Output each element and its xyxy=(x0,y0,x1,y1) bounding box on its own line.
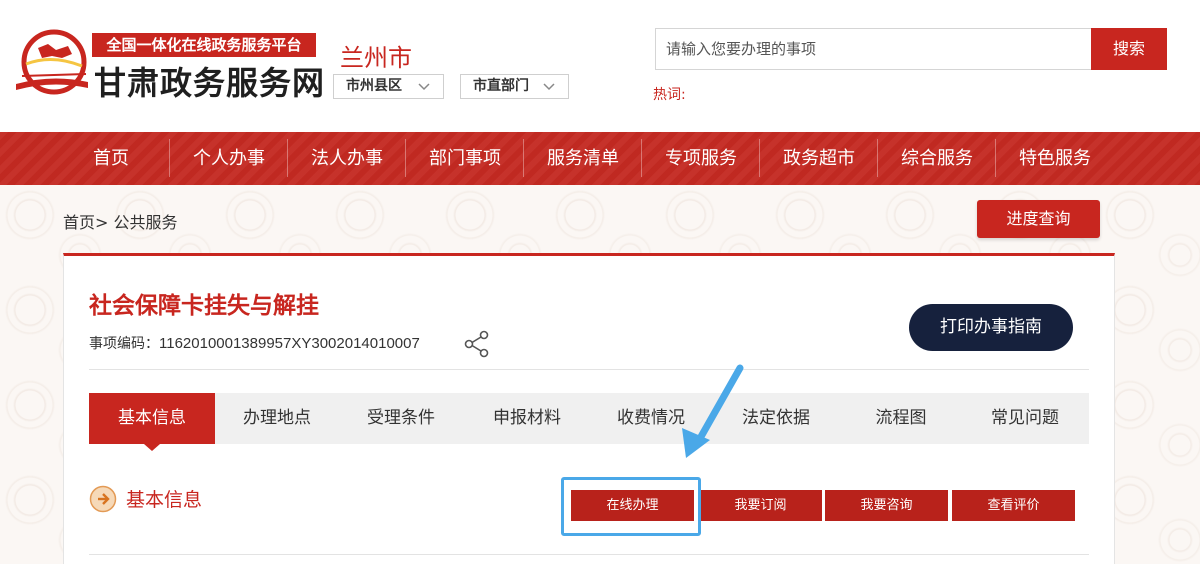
view-reviews-button[interactable]: 查看评价 xyxy=(952,490,1075,521)
nav-item-special-services[interactable]: 专项服务 xyxy=(642,132,760,185)
nav-item-gov-market[interactable]: 政务超市 xyxy=(760,132,878,185)
active-tab-caret xyxy=(144,444,160,451)
item-code: 事项编码：1162010001389957XY3002014010007 xyxy=(89,333,420,353)
breadcrumb-current: 公共服务 xyxy=(113,213,178,232)
tab-materials[interactable]: 申报材料 xyxy=(463,393,591,444)
nav-item-personal[interactable]: 个人办事 xyxy=(170,132,288,185)
nav-item-departments[interactable]: 部门事项 xyxy=(406,132,524,185)
nav-item-home[interactable]: 首页 xyxy=(52,132,170,185)
tab-conditions[interactable]: 受理条件 xyxy=(339,393,463,444)
share-icon[interactable] xyxy=(464,330,490,358)
section-title: 基本信息 xyxy=(126,489,203,511)
highlight-box xyxy=(561,477,701,536)
pointer-arrow-icon xyxy=(682,364,744,458)
city-name[interactable]: 兰州市 xyxy=(340,38,412,73)
tab-basic-info[interactable]: 基本信息 xyxy=(89,393,215,444)
department-select[interactable]: 市直部门 xyxy=(460,74,569,99)
main-nav: 首页 个人办事 法人办事 部门事项 服务清单 专项服务 政务超市 综合服务 特色… xyxy=(0,132,1200,185)
tab-faq[interactable]: 常见问题 xyxy=(961,393,1089,444)
hot-words-label: 热词: xyxy=(653,87,686,103)
site-title[interactable]: 甘肃政务服务网 xyxy=(94,58,325,104)
tab-location[interactable]: 办理地点 xyxy=(215,393,339,444)
chevron-down-icon xyxy=(418,83,430,91)
page-title: 社会保障卡挂失与解挂 xyxy=(89,293,319,319)
site-header: 全国一体化在线政务服务平台 甘肃政务服务网 兰州市 市州县区 市直部门 搜索 热… xyxy=(0,0,1200,132)
nav-item-service-list[interactable]: 服务清单 xyxy=(524,132,642,185)
print-guide-button[interactable]: 打印办事指南 xyxy=(909,304,1073,351)
region-select-label: 市州县区 xyxy=(346,78,402,94)
arrow-circle-icon xyxy=(89,485,117,513)
breadcrumb-home[interactable]: 首页> xyxy=(63,213,108,232)
subscribe-button[interactable]: 我要订阅 xyxy=(699,490,822,521)
nav-item-featured[interactable]: 特色服务 xyxy=(996,132,1114,185)
progress-query-button[interactable]: 进度查询 xyxy=(977,200,1100,238)
tab-flowchart[interactable]: 流程图 xyxy=(841,393,961,444)
divider xyxy=(89,369,1089,370)
item-code-value: 1162010001389957XY3002014010007 xyxy=(159,335,420,352)
consult-button[interactable]: 我要咨询 xyxy=(825,490,948,521)
item-code-label: 事项编码： xyxy=(89,336,159,352)
nav-item-legal-entity[interactable]: 法人办事 xyxy=(288,132,406,185)
department-select-label: 市直部门 xyxy=(473,78,529,94)
region-select[interactable]: 市州县区 xyxy=(333,74,444,99)
chevron-down-icon xyxy=(543,83,555,91)
divider xyxy=(89,554,1089,555)
breadcrumb: 首页> 公共服务 xyxy=(63,209,178,233)
search-input[interactable] xyxy=(655,28,1091,70)
search-button[interactable]: 搜索 xyxy=(1091,28,1167,70)
nav-item-comprehensive[interactable]: 综合服务 xyxy=(878,132,996,185)
platform-tag: 全国一体化在线政务服务平台 xyxy=(92,33,316,57)
gansu-logo-icon[interactable] xyxy=(12,24,92,100)
